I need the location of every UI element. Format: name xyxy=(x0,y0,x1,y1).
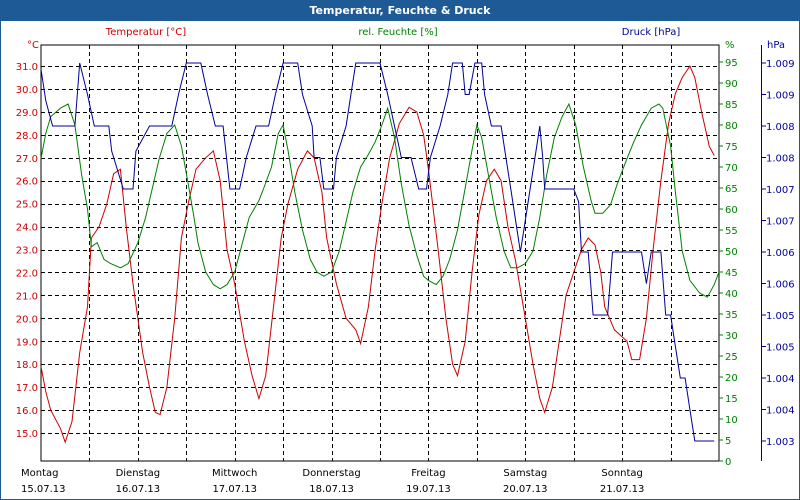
x-tick-date-label: 18.07.13 xyxy=(309,484,354,495)
pressure-tick-label: 1.007 xyxy=(766,185,795,196)
temperature-tick-label: 15.0 xyxy=(16,429,38,440)
humidity-tick-label: 75 xyxy=(725,142,738,153)
pressure-tick-label: 1.007 xyxy=(766,217,795,228)
temperature-tick-label: 29.0 xyxy=(16,108,38,119)
temperature-tick-label: 17.0 xyxy=(16,383,38,394)
temperature-tick-label: 18.0 xyxy=(16,360,38,371)
temperature-tick-label: 16.0 xyxy=(16,406,38,417)
pressure-tick-label: 1.009 xyxy=(766,59,795,70)
x-tick-day-label: Samstag xyxy=(503,468,547,479)
humidity-tick-label: 10 xyxy=(725,415,738,426)
x-tick-day-label: Freitag xyxy=(411,468,445,479)
temperature-tick-label: 21.0 xyxy=(16,291,38,302)
x-tick-day-label: Dienstag xyxy=(116,468,161,479)
temperature-unit-label: °C xyxy=(27,40,39,51)
x-tick-day-label: Mittwoch xyxy=(212,468,257,479)
temperature-tick-label: 30.0 xyxy=(16,85,38,96)
humidity-tick-label: 95 xyxy=(725,58,738,69)
x-tick-date-label: 15.07.13 xyxy=(21,484,66,495)
pressure-tick-label: 1.008 xyxy=(766,122,795,133)
humidity-tick-label: 5 xyxy=(725,436,731,447)
temperature-tick-label: 24.0 xyxy=(16,223,38,234)
pressure-axis-title: Druck [hPa] xyxy=(622,27,681,38)
humidity-tick-label: 55 xyxy=(725,226,738,237)
temperature-tick-label: 26.0 xyxy=(16,177,38,188)
temperature-tick-label: 25.0 xyxy=(16,200,38,211)
temperature-tick-label: 20.0 xyxy=(16,314,38,325)
humidity-axis-title: rel. Feuchte [%] xyxy=(358,27,437,38)
grid xyxy=(40,44,720,462)
humidity-tick-label: 80 xyxy=(725,121,738,132)
humidity-unit-label: % xyxy=(725,40,735,51)
humidity-tick-label: 85 xyxy=(725,100,738,111)
temperature-axis-title: Temperatur [°C] xyxy=(105,27,186,38)
temperature-tick-label: 31.0 xyxy=(16,62,38,73)
pressure-series-line xyxy=(40,62,715,442)
humidity-tick-label: 35 xyxy=(725,310,738,321)
humidity-tick-label: 25 xyxy=(725,352,738,363)
pressure-tick-label: 1.004 xyxy=(766,406,795,417)
pressure-tick-label: 1.009 xyxy=(766,91,795,102)
series-lines xyxy=(40,62,720,444)
pressure-tick-label: 1.006 xyxy=(766,248,795,259)
humidity-tick-label: 45 xyxy=(725,268,738,279)
x-tick-date-label: 19.07.13 xyxy=(406,484,451,495)
humidity-tick-label: 30 xyxy=(725,331,738,342)
temperature-tick-label: 22.0 xyxy=(16,268,38,279)
humidity-tick-label: 90 xyxy=(725,79,738,90)
chart-window: Temperatur, Feuchte & Druck °C Temperatu… xyxy=(0,0,800,500)
x-tick-day-label: Donnerstag xyxy=(302,468,360,479)
humidity-tick-label: 20 xyxy=(725,373,738,384)
humidity-tick-label: 65 xyxy=(725,184,738,195)
temperature-series-line xyxy=(40,64,715,444)
x-tick-day-label: Sonntag xyxy=(601,468,643,479)
pressure-tick-label: 1.005 xyxy=(766,343,795,354)
temperature-tick-label: 28.0 xyxy=(16,131,38,142)
temperature-tick-label: 23.0 xyxy=(16,246,38,257)
pressure-tick-label: 1.004 xyxy=(766,374,795,385)
x-tick-date-label: 17.07.13 xyxy=(212,484,257,495)
x-tick-date-label: 20.07.13 xyxy=(503,484,548,495)
temperature-tick-label: 19.0 xyxy=(16,337,38,348)
x-tick-date-label: 21.07.13 xyxy=(600,484,645,495)
x-tick-day-label: Montag xyxy=(21,468,58,479)
humidity-tick-label: 15 xyxy=(725,394,738,405)
humidity-tick-label: 70 xyxy=(725,163,738,174)
x-tick-date-label: 16.07.13 xyxy=(116,484,161,495)
humidity-tick-label: 40 xyxy=(725,289,738,300)
pressure-tick-label: 1.008 xyxy=(766,154,795,165)
pressure-unit-label: hPa xyxy=(767,40,785,51)
chart-canvas: °C Temperatur [°C] rel. Feuchte [%] Druc… xyxy=(16,27,795,495)
pressure-tick-label: 1.005 xyxy=(766,311,795,322)
pressure-tick-label: 1.003 xyxy=(766,437,795,448)
humidity-tick-label: 50 xyxy=(725,247,738,258)
pressure-tick-label: 1.006 xyxy=(766,280,795,291)
temperature-tick-label: 27.0 xyxy=(16,154,38,165)
humidity-tick-label: 0 xyxy=(725,457,731,468)
axes: °C Temperatur [°C] rel. Feuchte [%] Druc… xyxy=(16,27,795,495)
humidity-tick-label: 60 xyxy=(725,205,738,216)
